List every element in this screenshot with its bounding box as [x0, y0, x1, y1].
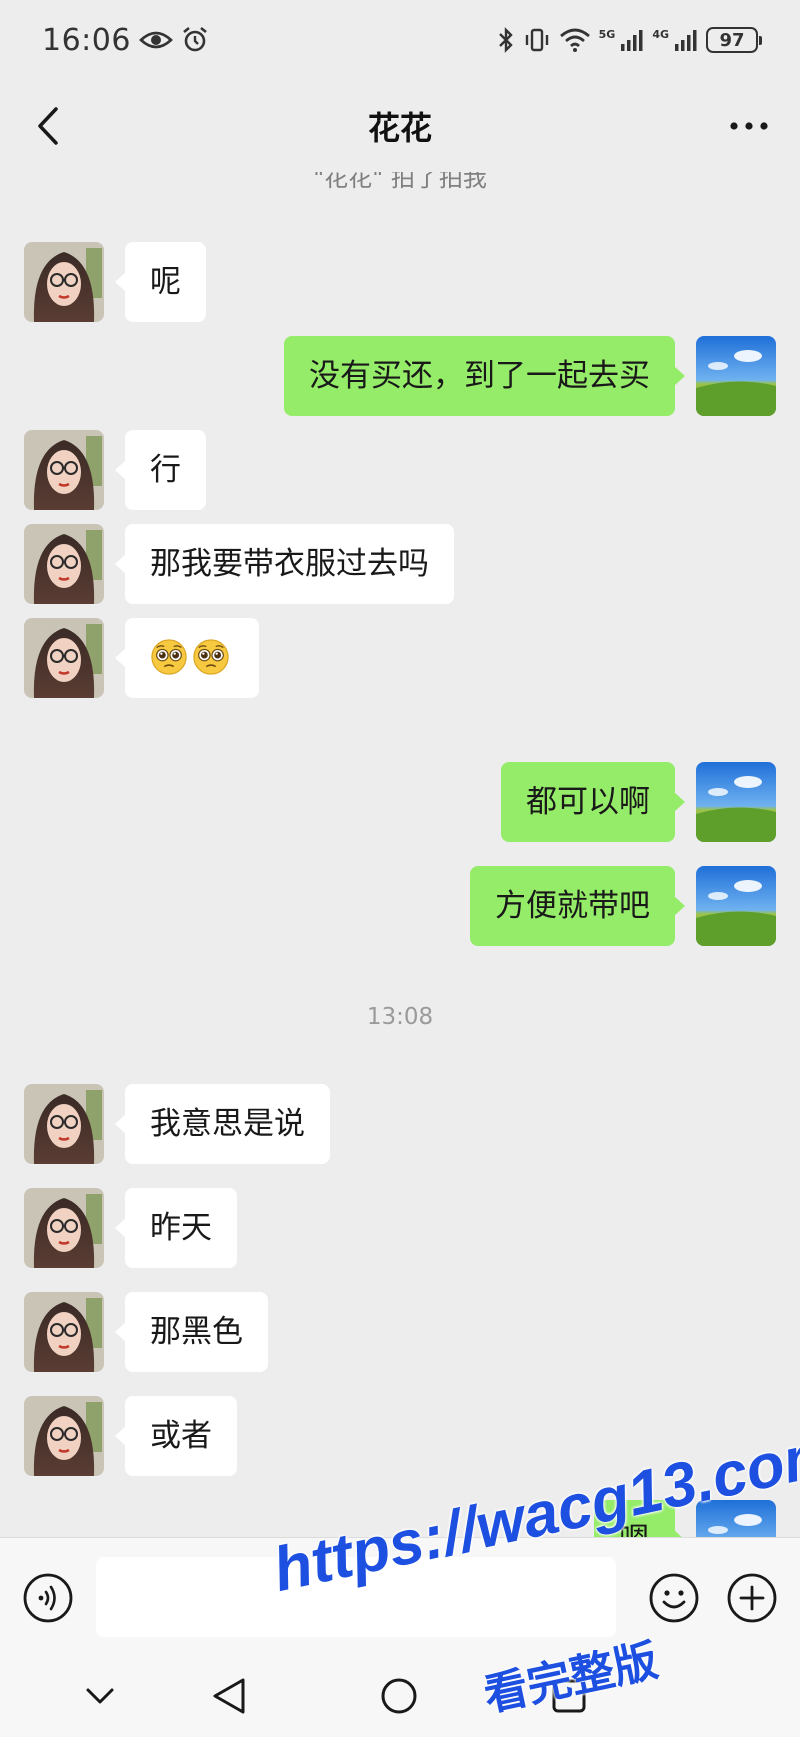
message-row: 昨天 [0, 1188, 800, 1268]
message-row: 都可以啊 [0, 762, 800, 842]
pleading-face-emoji-icon [193, 638, 229, 675]
message-row: 那黑色 [0, 1292, 800, 1372]
avatar[interactable] [24, 430, 104, 510]
incoming-bubble[interactable] [115, 618, 259, 698]
message-row: 方便就带吧 [0, 866, 800, 946]
input-bar [0, 1537, 800, 1655]
message-row: 或者 [0, 1396, 800, 1476]
message-row: 嗯 [0, 1500, 800, 1537]
back-button[interactable] [26, 104, 70, 148]
message-row: 我意思是说 [0, 1084, 800, 1164]
pleading-face-emoji-icon [151, 638, 187, 675]
alarm-icon [181, 26, 209, 54]
incoming-bubble[interactable]: 我意思是说 [115, 1084, 330, 1164]
avatar[interactable] [696, 1500, 776, 1537]
network-label-1: 5G [598, 27, 616, 41]
recents-square-icon [552, 1679, 586, 1713]
status-right: 5G 4G 97 [497, 26, 762, 54]
avatar[interactable] [696, 762, 776, 842]
nav-back-button[interactable] [203, 1670, 255, 1722]
status-left: 16:06 [42, 23, 209, 58]
incoming-bubble[interactable]: 昨天 [115, 1188, 237, 1268]
chat-area[interactable]: "花花" 拍了拍我 呢 没有买还，到了一起去买 行 那我要带衣服过去吗 都可以啊… [0, 172, 800, 1537]
battery-level: 97 [719, 29, 745, 51]
avatar[interactable] [696, 866, 776, 946]
message-input[interactable] [96, 1557, 616, 1637]
avatar[interactable] [24, 1396, 104, 1476]
incoming-bubble[interactable]: 那我要带衣服过去吗 [115, 524, 454, 604]
page-title: 花花 [367, 109, 432, 147]
signal-icon [674, 28, 698, 52]
avatar[interactable] [24, 1188, 104, 1268]
more-button[interactable] [726, 106, 772, 146]
incoming-bubble[interactable]: 行 [115, 430, 206, 510]
system-nav-bar [0, 1655, 800, 1737]
outgoing-bubble[interactable]: 嗯 [594, 1500, 685, 1537]
bluetooth-icon [497, 26, 515, 54]
message-row: 行 [0, 430, 800, 510]
message-row: 没有买还，到了一起去买 [0, 336, 800, 416]
wifi-icon [559, 27, 591, 53]
incoming-bubble[interactable]: 或者 [115, 1396, 237, 1476]
status-time: 16:06 [42, 22, 131, 58]
incoming-bubble[interactable]: 呢 [115, 242, 206, 322]
outgoing-bubble[interactable]: 没有买还，到了一起去买 [284, 336, 685, 416]
back-triangle-icon [213, 1678, 245, 1714]
voice-button[interactable] [22, 1572, 74, 1624]
timestamp: 13:08 [366, 1004, 434, 1030]
home-circle-icon [381, 1678, 417, 1714]
more-horizontal-icon [730, 122, 768, 130]
message-row: 那我要带衣服过去吗 [0, 524, 800, 604]
emoji-icon [649, 1573, 699, 1623]
message-row [0, 618, 800, 698]
nav-collapse-button[interactable] [74, 1670, 126, 1722]
outgoing-bubble[interactable]: 都可以啊 [501, 762, 685, 842]
avatar[interactable] [24, 1292, 104, 1372]
avatar[interactable] [24, 524, 104, 604]
incoming-bubble[interactable]: 那黑色 [115, 1292, 268, 1372]
eye-icon [139, 29, 173, 51]
outgoing-bubble[interactable]: 方便就带吧 [470, 866, 685, 946]
nav-home-button[interactable] [373, 1670, 425, 1722]
chevron-left-icon [38, 107, 58, 145]
emoji-button[interactable] [648, 1572, 700, 1624]
network-label-2: 4G [652, 27, 669, 41]
nav-recents-button[interactable] [543, 1670, 595, 1722]
system-notice: "花花" 拍了拍我 [313, 172, 487, 192]
chat-header: 花花 [0, 80, 800, 172]
avatar[interactable] [696, 336, 776, 416]
plus-button[interactable] [726, 1572, 778, 1624]
chevron-down-icon [86, 1688, 114, 1704]
avatar[interactable] [24, 242, 104, 322]
avatar[interactable] [24, 618, 104, 698]
avatar[interactable] [24, 1084, 104, 1164]
battery-icon: 97 [706, 27, 762, 53]
signal-icon [620, 28, 644, 52]
plus-icon [727, 1573, 777, 1623]
voice-icon [23, 1573, 73, 1623]
status-bar: 16:06 5G 4G 97 [0, 0, 800, 80]
message-row: 呢 [0, 242, 800, 322]
vibrate-icon [523, 26, 551, 54]
